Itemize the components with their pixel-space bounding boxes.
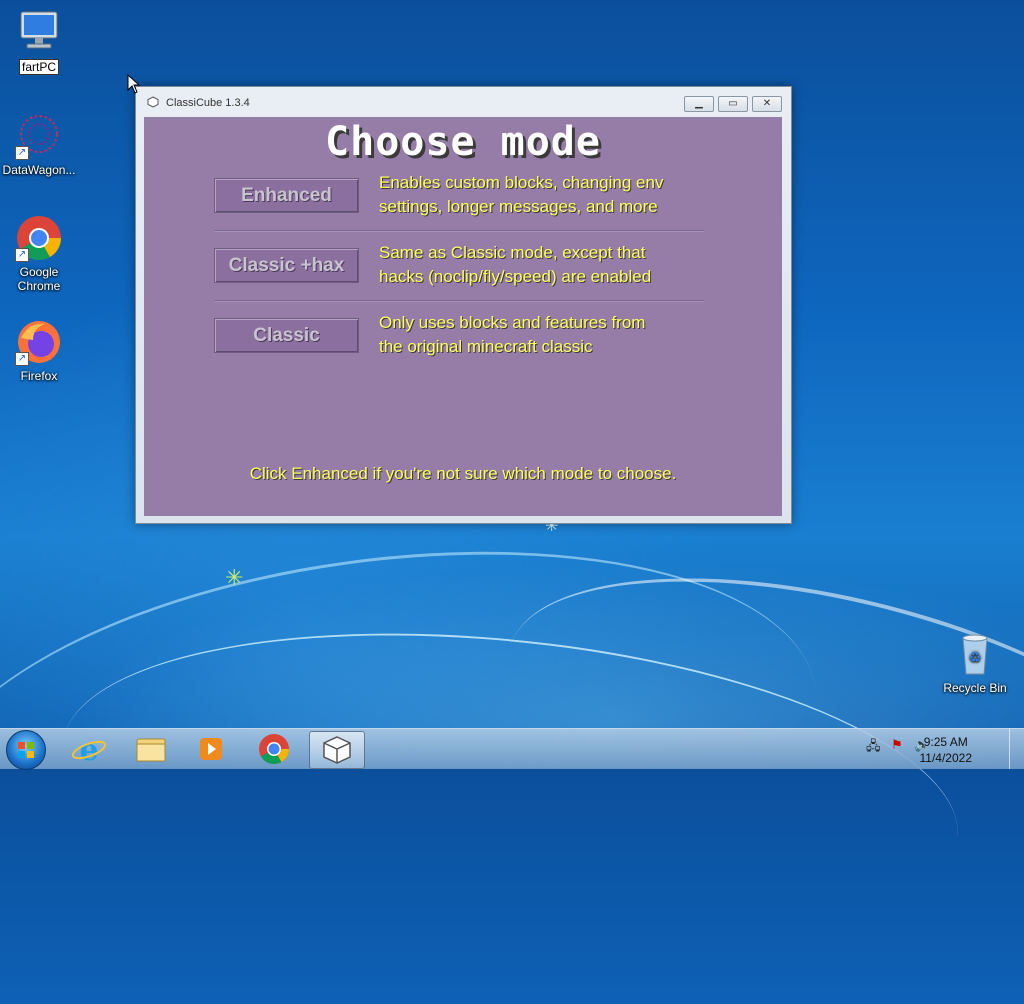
description-line: Enables custom blocks, changing env xyxy=(379,173,664,192)
datawagon-icon: ↗ xyxy=(15,112,63,160)
description-line: Same as Classic mode, except that xyxy=(379,243,646,262)
description-line: settings, longer messages, and more xyxy=(379,197,658,216)
desktop-icon-label: Recycle Bin xyxy=(943,681,1007,695)
clock-time: 9:25 AM xyxy=(923,735,968,749)
action-center-icon[interactable]: ⚑ xyxy=(891,737,903,753)
desktop-icon-firefox[interactable]: ↗ Firefox xyxy=(0,318,78,383)
enhanced-description: Enables custom blocks, changing env sett… xyxy=(379,171,739,219)
description-line: hacks (noclip/fly/speed) are enabled xyxy=(379,267,652,286)
window-titlebar[interactable]: ClassiCube 1.3.4 ▁ ▭ ✕ xyxy=(136,87,791,117)
computer-icon xyxy=(15,8,63,56)
minimize-icon: ▁ xyxy=(695,98,703,109)
desktop-icon-computer[interactable]: fartPC xyxy=(0,8,78,75)
rename-field[interactable]: fartPC xyxy=(18,59,59,75)
desktop-icon-label: Google Chrome xyxy=(17,265,61,293)
show-desktop-button[interactable] xyxy=(1009,729,1024,769)
maximize-icon: ▭ xyxy=(728,98,738,109)
enhanced-button[interactable]: Enhanced xyxy=(214,178,359,213)
mouse-cursor-icon xyxy=(127,74,141,94)
clock-date: 11/4/2022 xyxy=(919,751,973,765)
classic-hax-button[interactable]: Classic +hax xyxy=(214,248,359,283)
chrome-icon: ↗ xyxy=(15,214,63,262)
file-explorer-icon xyxy=(136,738,166,762)
firefox-icon: ↗ xyxy=(15,318,63,366)
media-player-icon xyxy=(200,738,222,760)
taskbar-file-explorer[interactable] xyxy=(124,731,178,767)
classicube-window: ClassiCube 1.3.4 ▁ ▭ ✕ Choose mode Enhan… xyxy=(135,86,792,524)
classicube-icon xyxy=(323,736,351,764)
start-orb-icon xyxy=(18,742,34,758)
classic-description: Only uses blocks and features from the o… xyxy=(379,311,739,359)
wallpaper-sparkle: ✳ xyxy=(225,565,244,590)
desktop-icon-recycle-bin[interactable]: ♻ Recycle Bin xyxy=(936,630,1014,695)
divider xyxy=(214,300,704,301)
recycle-bin-icon: ♻ xyxy=(951,630,999,678)
start-button[interactable] xyxy=(6,730,46,770)
taskbar-internet-explorer[interactable]: e xyxy=(62,731,116,768)
shortcut-arrow-icon: ↗ xyxy=(15,352,29,366)
system-clock[interactable]: 9:25 AM 11/4/2022 xyxy=(920,734,973,766)
desktop-icon-chrome[interactable]: ↗ Google Chrome xyxy=(0,214,78,293)
description-line: Only uses blocks and features from xyxy=(379,313,646,332)
hint-text: Click Enhanced if you're not sure which … xyxy=(249,464,677,483)
network-icon[interactable]: 🖧 xyxy=(866,737,881,759)
classic-button[interactable]: Classic xyxy=(214,318,359,353)
maximize-button[interactable]: ▭ xyxy=(718,96,748,112)
desktop-icon-label: Firefox xyxy=(20,369,58,383)
desktop-icon-datawagon[interactable]: ↗ DataWagon... xyxy=(0,112,78,177)
shortcut-arrow-icon: ↗ xyxy=(15,248,29,262)
svg-text:e: e xyxy=(79,733,98,767)
divider xyxy=(214,230,704,231)
window-title: ClassiCube 1.3.4 xyxy=(166,97,250,109)
close-icon: ✕ xyxy=(762,98,772,109)
chrome-icon xyxy=(259,734,289,765)
taskbar-chrome[interactable] xyxy=(247,731,301,767)
mode-panel: Choose mode Enhanced Enables custom bloc… xyxy=(144,117,782,516)
taskbar-media-player[interactable] xyxy=(184,731,238,767)
svg-text:♻: ♻ xyxy=(969,649,982,665)
close-button[interactable]: ✕ xyxy=(752,96,782,112)
classicube-icon xyxy=(147,96,159,108)
internet-explorer-icon: e xyxy=(71,733,107,768)
classic-hax-description: Same as Classic mode, except that hacks … xyxy=(379,241,739,289)
minimize-button[interactable]: ▁ xyxy=(684,96,714,112)
page-title: Choose mode xyxy=(325,119,601,165)
desktop-icon-label: DataWagon... xyxy=(2,163,76,177)
description-line: the original minecraft classic xyxy=(379,337,593,356)
taskbar: e 🖧 ⚑ 🔈 9:25 AM 11/4/2022 xyxy=(0,728,1024,770)
shortcut-arrow-icon: ↗ xyxy=(15,146,29,160)
taskbar-classicube[interactable] xyxy=(309,731,365,769)
